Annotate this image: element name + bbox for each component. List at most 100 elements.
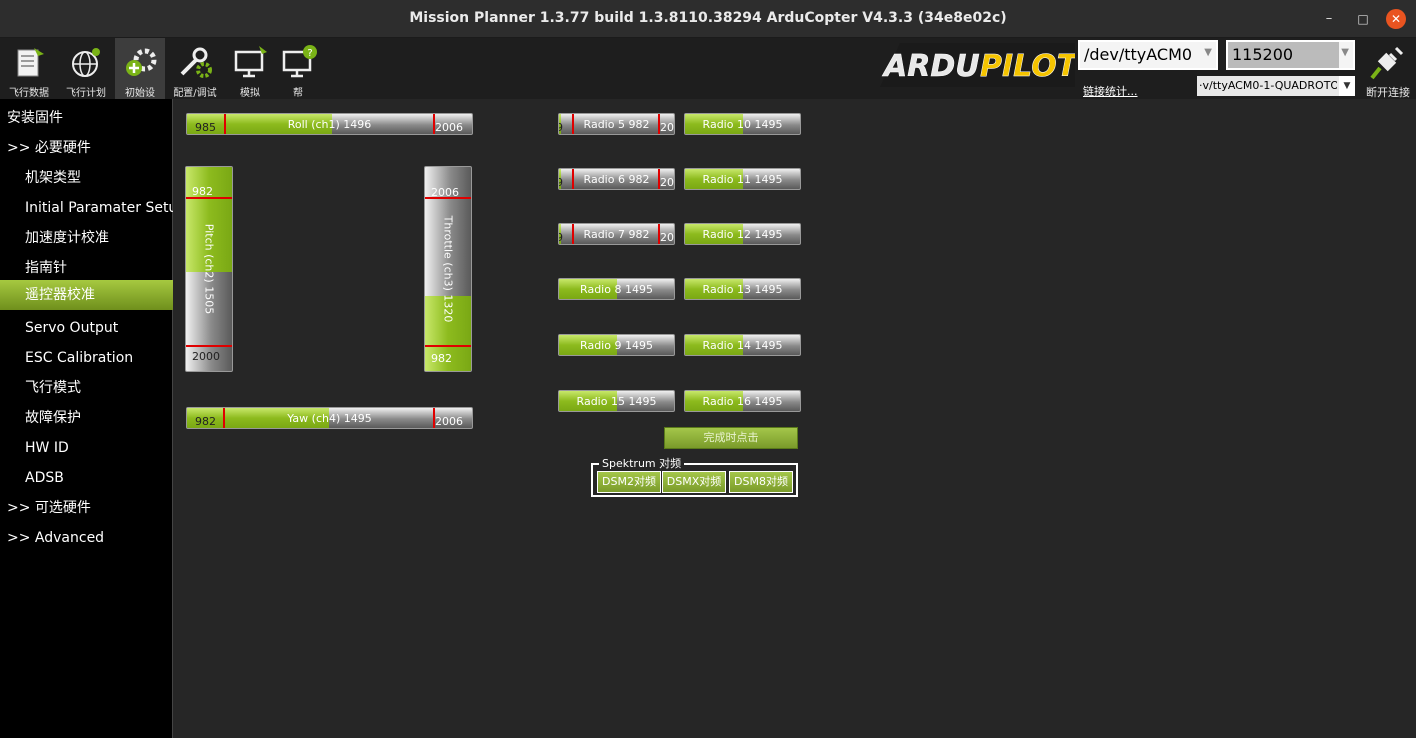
sidebar-item-mandatory-hardware[interactable]: >> 必要硬件: [0, 133, 173, 163]
toolbar-config-tuning[interactable]: 配置/调试: [170, 38, 220, 99]
sidebar-item-esc-calibration[interactable]: ESC Calibration: [0, 343, 173, 373]
logo-text-pilot: PILOT: [980, 49, 1075, 84]
throttle-min-marker: [425, 345, 471, 347]
config-tuning-icon: [180, 47, 212, 78]
logo-text-ardu: ARDU: [882, 49, 980, 84]
main-toolbar: 飞行数据 飞行计划 初始设 配置/调试 模拟 ? 帮 ARDU PILOT /d…: [0, 38, 1416, 99]
radio-label: Radio 8 1495: [580, 283, 653, 296]
radio-label: Radio 9 1495: [580, 339, 653, 352]
sidebar-item-adsb[interactable]: ADSB: [0, 463, 173, 493]
sidebar-item-optional-hardware[interactable]: >> 可选硬件: [0, 493, 173, 523]
radio-label: Radio 16 1495: [702, 395, 783, 408]
toolbar-initial-setup[interactable]: 初始设: [115, 38, 165, 99]
throttle-bar: 2006 982 Throttle (ch3) 1320: [424, 166, 472, 372]
toolbar-label: 帮: [293, 88, 303, 99]
sidebar-item-compass[interactable]: 指南针: [0, 253, 173, 283]
radio-15-bar: Radio 15 1495: [558, 390, 675, 412]
radio-edge-right: 200: [660, 121, 674, 134]
roll-min-value: 985: [195, 121, 216, 134]
yaw-label: Yaw (ch4) 1495: [287, 412, 372, 425]
radio-14-bar: Radio 14 1495: [684, 334, 801, 356]
radio-edge-left: 9: [559, 121, 563, 134]
chevron-down-icon: ▼: [1204, 47, 1212, 58]
toolbar-label: 飞行计划: [66, 88, 106, 99]
radio-label: Radio 11 1495: [702, 173, 783, 186]
radio-11-bar: Radio 11 1495: [684, 168, 801, 190]
flight-data-icon: [17, 48, 44, 77]
pitch-max-marker: [186, 345, 232, 347]
connect-label: 断开连接: [1366, 86, 1410, 99]
radio-16-bar: Radio 16 1495: [684, 390, 801, 412]
radio-label: Radio 5 982: [583, 118, 650, 131]
spektrum-legend: Spektrum 对频: [599, 458, 685, 470]
toolbar-label: 初始设: [125, 88, 155, 99]
sidebar-item-initial-parameter-setup[interactable]: Initial Paramater Setup: [0, 193, 173, 223]
radio-label: Radio 7 982: [583, 228, 650, 241]
disconnect-button[interactable]: 断开连接: [1360, 40, 1416, 99]
radio-label: Radio 12 1495: [702, 228, 783, 241]
radio-label: Radio 15 1495: [576, 395, 657, 408]
sidebar-item-servo-output[interactable]: Servo Output: [0, 313, 173, 343]
radio-7-bar: Radio 7 982 9 200: [558, 223, 675, 245]
toolbar-flight-data[interactable]: 飞行数据: [4, 38, 54, 99]
simulation-icon: [234, 46, 267, 78]
roll-bar: Roll (ch1) 1496 985 2006: [186, 113, 473, 135]
port-value: /dev/ttyACM0: [1084, 45, 1193, 64]
link-stats-link[interactable]: 链接统计...: [1083, 83, 1138, 99]
sidebar-item-install-firmware[interactable]: 安装固件: [0, 103, 173, 133]
sidebar-item-advanced[interactable]: >> Advanced: [0, 523, 173, 553]
help-icon: ?: [282, 45, 317, 78]
maximize-button[interactable]: □: [1353, 9, 1373, 29]
setup-sidebar: 安装固件 >> 必要硬件 机架类型 Initial Paramater Setu…: [0, 99, 173, 738]
radio-13-bar: Radio 13 1495: [684, 278, 801, 300]
pitch-max-value: 2000: [192, 350, 220, 363]
dsm2-bind-button[interactable]: DSM2对频: [597, 471, 661, 493]
throttle-label: Throttle (ch3) 1320: [441, 215, 455, 323]
radio-label: Radio 6 982: [583, 173, 650, 186]
sidebar-item-frame-type[interactable]: 机架类型: [0, 163, 173, 193]
svg-text:?: ?: [307, 48, 312, 59]
plug-icon: [1370, 46, 1404, 80]
toolbar-flight-plan[interactable]: 飞行计划: [61, 38, 111, 99]
window-title: Mission Planner 1.3.77 build 1.3.8110.38…: [409, 10, 1007, 26]
toolbar-label: 配置/调试: [173, 88, 217, 99]
radio-edge-left: 9: [559, 176, 563, 189]
sidebar-item-radio-calibration[interactable]: 遥控器校准: [0, 280, 173, 310]
sidebar-item-hw-id[interactable]: HW ID: [0, 433, 173, 463]
throttle-max-value: 2006: [431, 186, 459, 199]
pitch-label: Pitch (ch2) 1505: [202, 223, 216, 315]
spektrum-bind-group: Spektrum 对频 DSM2对频 DSMX对频 DSM8对频: [591, 458, 798, 497]
calibration-done-button[interactable]: 完成时点击: [664, 427, 798, 449]
radio-label: Radio 10 1495: [702, 118, 783, 131]
flight-plan-icon: [72, 48, 100, 77]
ardupilot-logo: ARDU PILOT: [880, 43, 1075, 87]
radio-9-bar: Radio 9 1495: [558, 334, 675, 356]
close-button[interactable]: ✕: [1386, 9, 1406, 29]
sidebar-item-flight-modes[interactable]: 飞行模式: [0, 373, 173, 403]
sidebar-item-accel-calibration[interactable]: 加速度计校准: [0, 223, 173, 253]
minimize-button[interactable]: –: [1319, 9, 1339, 29]
port-select[interactable]: /dev/ttyACM0 ▼: [1078, 40, 1218, 70]
yaw-max-value: 2006: [435, 415, 463, 428]
baud-value: 115200: [1232, 45, 1294, 64]
title-bar: Mission Planner 1.3.77 build 1.3.8110.38…: [0, 0, 1416, 38]
toolbar-help[interactable]: ? 帮: [273, 38, 323, 99]
sidebar-item-failsafe[interactable]: 故障保护: [0, 403, 173, 433]
radio-12-bar: Radio 12 1495: [684, 223, 801, 245]
radio-edge-right: 200: [660, 176, 674, 189]
pitch-min-value: 982: [192, 185, 213, 198]
initial-setup-icon: [126, 48, 157, 76]
radio-8-bar: Radio 8 1495: [558, 278, 675, 300]
toolbar-simulation[interactable]: 模拟: [225, 38, 275, 99]
radio-edge-right: 200: [660, 231, 674, 244]
chevron-down-icon: ▼: [1341, 47, 1349, 58]
roll-max-value: 2006: [435, 121, 463, 134]
pitch-bar: 982 2000 Pitch (ch2) 1505: [185, 166, 233, 372]
profile-select[interactable]: ·v/ttyACM0-1-QUADROTOR ▼: [1197, 76, 1355, 96]
radio-10-bar: Radio 10 1495: [684, 113, 801, 135]
dsm8-bind-button[interactable]: DSM8对频: [729, 471, 793, 493]
dsmx-bind-button[interactable]: DSMX对频: [662, 471, 726, 493]
baud-select[interactable]: 115200 ▼: [1226, 40, 1355, 70]
radio-5-bar: Radio 5 982 9 200: [558, 113, 675, 135]
radio-label: Radio 14 1495: [702, 339, 783, 352]
